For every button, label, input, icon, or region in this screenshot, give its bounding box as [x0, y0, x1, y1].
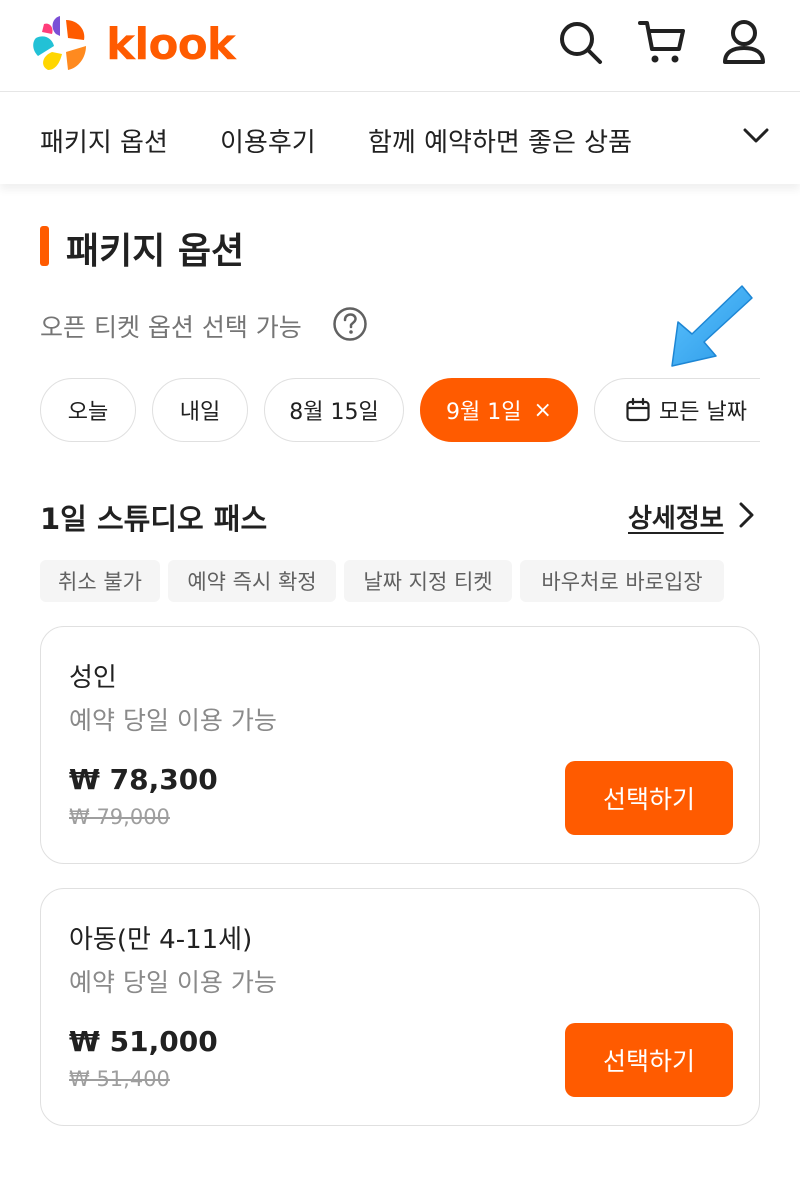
option-price: ₩ 51,000	[69, 1025, 218, 1058]
option-price: ₩ 78,300	[69, 763, 218, 796]
date-chip-label: 8월 15일	[289, 400, 379, 425]
tag-fixed-date: 날짜 지정 티켓	[344, 560, 512, 602]
option-title: 아동(만 4-11세)	[69, 925, 253, 955]
package-name: 1일 스튜디오 패스	[40, 502, 268, 536]
date-chip-tomorrow[interactable]: 내일	[152, 378, 248, 442]
tag-voucher-entry: 바우처로 바로입장	[520, 560, 724, 602]
date-chip-all-dates[interactable]: 모든 날짜	[594, 378, 760, 442]
date-chip-sep1[interactable]: 9월 1일 ×	[420, 378, 578, 442]
date-chip-today[interactable]: 오늘	[40, 378, 136, 442]
section-accent-bar	[40, 226, 49, 266]
tab-package-options[interactable]: 패키지 옵션	[40, 122, 168, 159]
tag-label: 취소 불가	[58, 570, 142, 594]
chevron-right-icon[interactable]	[732, 500, 760, 530]
option-card-adult: 성인 예약 당일 이용 가능 ₩ 78,300 ₩ 79,000 선택하기	[40, 626, 760, 864]
tab-recommended[interactable]: 함께 예약하면 좋은 상품	[368, 122, 632, 159]
date-chip-label: 모든 날짜	[659, 400, 747, 425]
date-chip-label: 내일	[179, 400, 221, 425]
chevron-down-icon[interactable]	[736, 116, 776, 156]
help-icon[interactable]	[332, 306, 368, 342]
calendar-icon	[625, 397, 651, 423]
tag-label: 예약 즉시 확정	[187, 570, 317, 594]
date-chip-label: 9월 1일	[446, 400, 522, 425]
open-ticket-text: 오픈 티켓 옵션 선택 가능	[40, 313, 302, 342]
brand-name: klook	[106, 18, 236, 70]
tab-reviews[interactable]: 이용후기	[220, 122, 316, 159]
select-button-child[interactable]: 선택하기	[565, 1023, 733, 1097]
section-title: 패키지 옵션	[66, 231, 245, 272]
search-icon[interactable]	[554, 16, 606, 68]
package-details-link[interactable]: 상세정보	[628, 498, 724, 535]
tag-instant-confirm: 예약 즉시 확정	[168, 560, 336, 602]
tag-label: 바우처로 바로입장	[541, 570, 703, 594]
cart-icon[interactable]	[636, 16, 688, 68]
option-original-price: ₩ 79,000	[69, 805, 170, 829]
option-subtitle: 예약 당일 이용 가능	[69, 968, 277, 997]
app-header: klook	[0, 0, 800, 92]
klook-logo-icon	[33, 16, 86, 70]
option-subtitle: 예약 당일 이용 가능	[69, 706, 277, 735]
select-button-adult[interactable]: 선택하기	[565, 761, 733, 835]
option-title: 성인	[69, 663, 117, 693]
option-card-child: 아동(만 4-11세) 예약 당일 이용 가능 ₩ 51,000 ₩ 51,40…	[40, 888, 760, 1126]
option-original-price: ₩ 51,400	[69, 1067, 170, 1091]
tag-no-cancel: 취소 불가	[40, 560, 160, 602]
date-chip-label: 오늘	[67, 400, 109, 425]
close-icon[interactable]: ×	[534, 398, 552, 423]
klook-logo[interactable]: klook	[30, 12, 236, 76]
section-tab-nav: 패키지 옵션 이용후기 함께 예약하면 좋은 상품	[0, 92, 800, 184]
annotation-arrow-icon	[671, 285, 753, 367]
date-chip-aug15[interactable]: 8월 15일	[264, 378, 404, 442]
user-icon[interactable]	[718, 16, 770, 68]
date-chip-row: 오늘 내일 8월 15일 9월 1일 × 모든 날짜	[0, 370, 760, 450]
tag-label: 날짜 지정 티켓	[363, 570, 493, 594]
